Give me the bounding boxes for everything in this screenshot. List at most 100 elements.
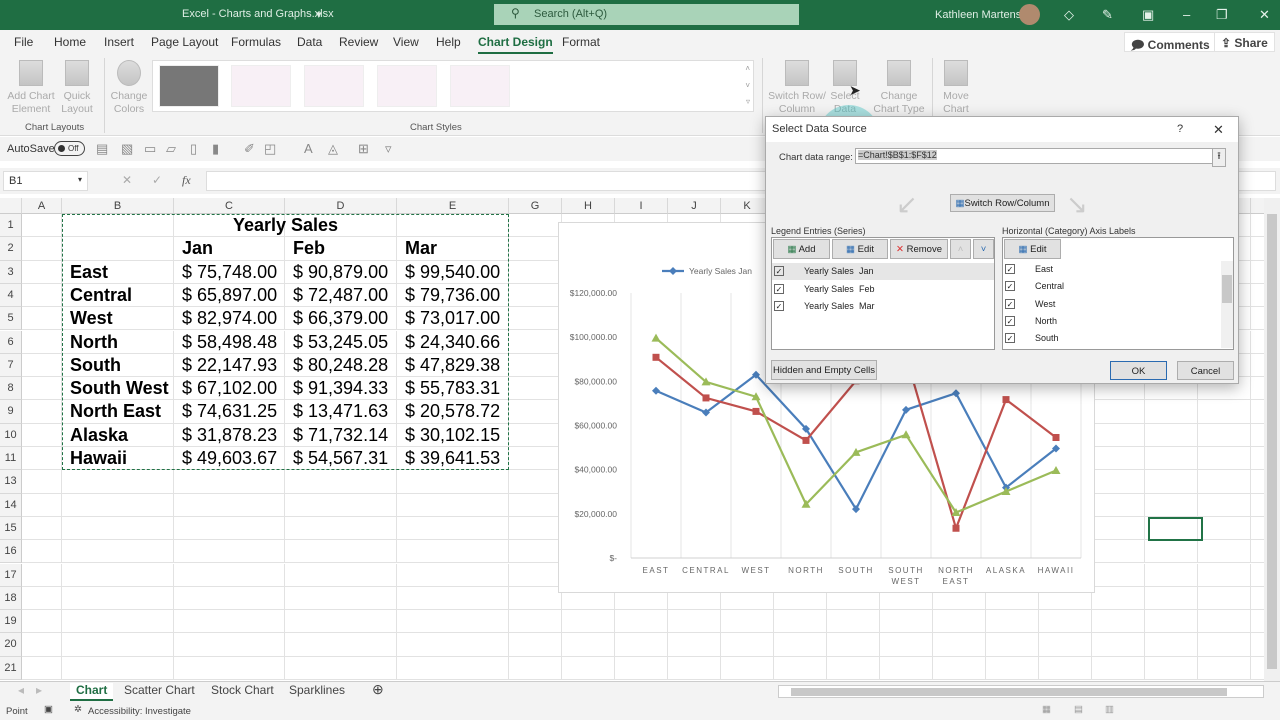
cell[interactable] [509, 400, 562, 424]
cell[interactable] [1092, 540, 1145, 564]
series-item[interactable]: ✓ Yearly Sales Mar [772, 298, 994, 315]
tab-format[interactable]: Format [562, 35, 600, 49]
cell[interactable] [615, 656, 668, 680]
close-icon[interactable]: ✕ [1259, 7, 1270, 23]
cell[interactable] [509, 423, 562, 447]
name-box[interactable]: B1 ▾ [3, 171, 88, 191]
tab-data[interactable]: Data [297, 35, 322, 49]
cell[interactable] [285, 586, 397, 611]
selected-cell[interactable] [1148, 517, 1203, 541]
gallery-down-icon[interactable]: ˅ [745, 81, 750, 90]
cell[interactable] [174, 610, 285, 634]
accessibility-icon[interactable]: ✲ [74, 704, 82, 715]
next-sheet-icon[interactable]: ▸ [36, 683, 42, 697]
checkbox[interactable]: ✓ [774, 266, 784, 276]
cell[interactable] [174, 563, 285, 587]
cell[interactable] [1251, 307, 1264, 331]
cell[interactable] [1198, 633, 1251, 657]
series-item[interactable]: ✓ Yearly Sales Feb [772, 281, 994, 298]
cell[interactable] [1092, 563, 1145, 587]
row-header[interactable]: 20 [0, 633, 22, 657]
tab-file[interactable]: File [14, 35, 33, 49]
column-header[interactable]: J [668, 198, 721, 214]
cell[interactable] [1145, 656, 1198, 680]
cell[interactable] [285, 516, 397, 541]
cell[interactable] [62, 610, 174, 634]
normal-view-icon[interactable]: ▦ [1042, 704, 1051, 715]
tab-view[interactable]: View [393, 35, 419, 49]
cell[interactable] [509, 307, 562, 331]
cell[interactable] [509, 377, 562, 401]
cell[interactable] [174, 633, 285, 657]
vertical-scrollbar[interactable] [1264, 198, 1280, 682]
cancel-button[interactable]: Cancel [1177, 361, 1234, 380]
cell[interactable] [880, 610, 933, 634]
column-header[interactable]: C [174, 198, 285, 214]
cell[interactable] [1092, 493, 1145, 517]
change-chart-type-button[interactable]: Change Chart Type [872, 60, 926, 116]
cell[interactable] [1198, 470, 1251, 494]
cell[interactable] [62, 470, 174, 494]
hidden-empty-cells-button[interactable]: Hidden and Empty Cells [771, 360, 877, 380]
cell[interactable] [1092, 516, 1145, 541]
checkbox[interactable]: ✓ [1005, 315, 1015, 326]
cell[interactable] [174, 586, 285, 611]
cell[interactable] [22, 610, 62, 634]
cell[interactable] [22, 656, 62, 680]
change-colors-button[interactable]: Change Colors [109, 60, 149, 116]
cell[interactable] [1251, 261, 1264, 284]
row-header[interactable]: 8 [0, 377, 22, 401]
cell[interactable] [509, 586, 562, 611]
cell[interactable] [562, 610, 615, 634]
cell[interactable] [62, 540, 174, 564]
row-header[interactable]: 1 [0, 214, 22, 238]
select-all-corner[interactable] [0, 198, 22, 214]
cell[interactable] [1198, 540, 1251, 564]
move-up-button[interactable]: ˄ [950, 239, 971, 259]
axis-list-scrollbar[interactable] [1221, 261, 1233, 348]
font-size-icon[interactable]: A [304, 141, 313, 156]
cell[interactable] [774, 656, 827, 680]
cell[interactable] [509, 470, 562, 494]
cell[interactable] [174, 493, 285, 517]
cell[interactable] [1251, 517, 1264, 541]
dialog-close-icon[interactable]: ✕ [1213, 122, 1224, 138]
print-preview-icon[interactable]: ▮ [212, 141, 219, 157]
cell[interactable] [62, 633, 174, 657]
cell[interactable] [1251, 610, 1264, 634]
save-as-icon[interactable]: ▧ [121, 141, 133, 157]
edit-series-button[interactable]: ▦ Edit [832, 239, 888, 259]
column-header[interactable]: E [397, 198, 509, 214]
quick-layout-button[interactable]: Quick Layout [58, 60, 96, 116]
ribbon-display-icon[interactable]: ▣ [1142, 7, 1154, 23]
cell[interactable] [22, 447, 62, 471]
avatar[interactable] [1019, 4, 1040, 25]
cell[interactable] [1092, 610, 1145, 634]
chart-style-2[interactable] [231, 65, 291, 107]
category-item[interactable]: ✓ West [1003, 296, 1221, 313]
cell[interactable] [1251, 657, 1264, 680]
page-layout-view-icon[interactable]: ▤ [1074, 704, 1083, 715]
cell[interactable] [509, 540, 562, 564]
premium-diamond-icon[interactable]: ◇ [1064, 7, 1074, 23]
cell[interactable] [1092, 656, 1145, 680]
cell[interactable] [22, 307, 62, 331]
row-header[interactable]: 16 [0, 540, 22, 564]
chart-style-1[interactable] [159, 65, 219, 107]
cell[interactable] [174, 516, 285, 541]
move-chart-button[interactable]: Move Chart [938, 60, 974, 116]
cell[interactable] [880, 633, 933, 657]
cell[interactable] [62, 516, 174, 541]
cell[interactable] [1039, 656, 1092, 680]
cell[interactable] [174, 656, 285, 680]
cell[interactable] [1092, 423, 1145, 447]
row-header[interactable]: 19 [0, 610, 22, 634]
tab-home[interactable]: Home [54, 35, 86, 49]
cell[interactable] [933, 656, 986, 680]
column-header[interactable]: I [615, 198, 668, 214]
sheet-tab-stock-chart[interactable]: Stock Chart [211, 683, 274, 697]
cell[interactable] [562, 633, 615, 657]
cell[interactable] [1092, 633, 1145, 657]
checkbox[interactable]: ✓ [1005, 333, 1015, 344]
tab-help[interactable]: Help [436, 35, 461, 49]
